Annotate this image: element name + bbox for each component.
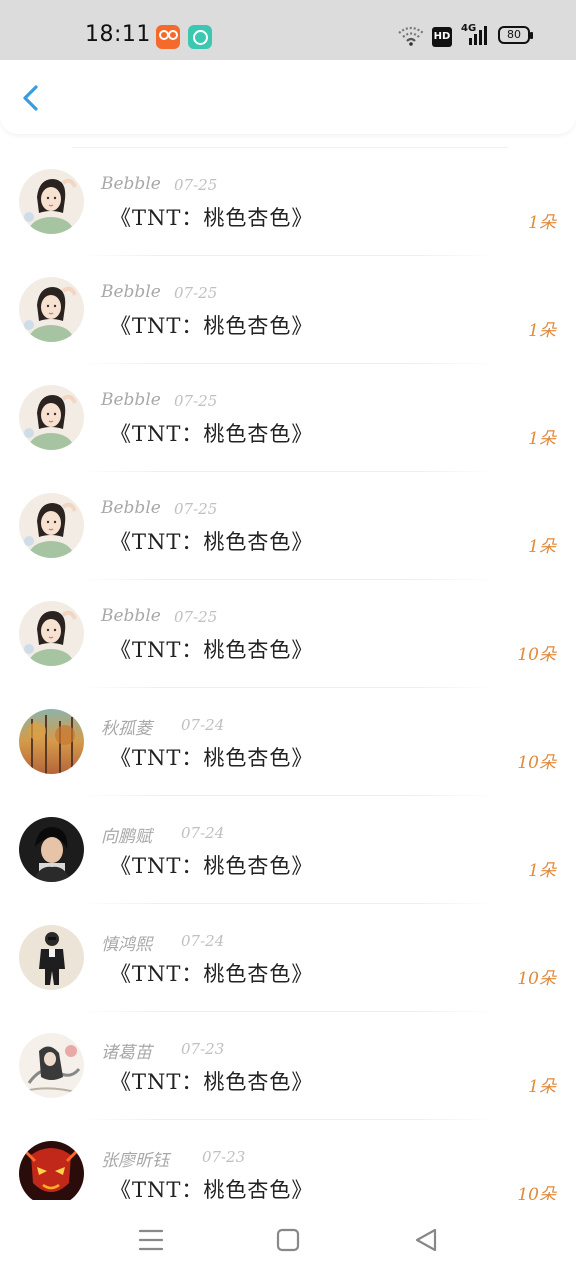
status-bar: 18:11 HD 4G 80: [0, 0, 576, 60]
sender-name: 秋孤菱: [101, 719, 152, 739]
gift-row[interactable]: 向鹏赋 07-24 《TNT：桃色杏色》 1朵: [0, 796, 576, 904]
sender-name: 诸葛苗: [101, 1043, 152, 1063]
home-button[interactable]: [272, 1224, 304, 1256]
kuaishou-app-icon: [156, 25, 180, 49]
gift-amount: 10朵: [517, 969, 556, 989]
back-triangle-icon: [415, 1228, 437, 1252]
sender-name: Bebble: [101, 282, 161, 302]
sender-name: 张廖昕钰: [101, 1151, 169, 1171]
sender-name: 慎鸿熙: [101, 935, 152, 955]
gift-amount: 10朵: [517, 753, 556, 773]
battery-indicator: 80: [498, 26, 533, 44]
sender-name: Bebble: [101, 606, 161, 626]
avatar: [19, 1141, 84, 1206]
gift-row[interactable]: 慎鸿熙 07-24 《TNT：桃色杏色》 10朵: [0, 904, 576, 1012]
gift-amount: 10朵: [517, 645, 556, 665]
header: [0, 60, 576, 134]
wifi-icon: [398, 26, 424, 50]
avatar: [19, 709, 84, 774]
sender-name: Bebble: [101, 174, 161, 194]
avatar: [19, 925, 84, 990]
sender-name: 向鹏赋: [101, 827, 152, 847]
gift-row[interactable]: Bebble 07-25 《TNT：桃色杏色》 1朵: [0, 364, 576, 472]
chat-app-icon: [188, 25, 212, 49]
gift-amount: 1朵: [528, 537, 556, 557]
gift-date: 07-25: [174, 500, 218, 518]
gift-date: 07-24: [181, 932, 225, 950]
system-nav-bar: [0, 1200, 576, 1280]
back-nav-button[interactable]: [410, 1224, 442, 1256]
gift-title: 《TNT：桃色杏色》: [110, 530, 314, 554]
gift-row[interactable]: Bebble 07-25 《TNT：桃色杏色》 10朵: [0, 580, 576, 688]
gift-date: 07-23: [181, 1040, 225, 1058]
menu-icon: [138, 1229, 164, 1251]
avatar: [19, 817, 84, 882]
menu-button[interactable]: [135, 1224, 167, 1256]
gift-title: 《TNT：桃色杏色》: [110, 206, 314, 230]
sender-name: Bebble: [101, 498, 161, 518]
gift-date: 07-25: [174, 176, 218, 194]
avatar: [19, 493, 84, 558]
gift-amount: 1朵: [528, 429, 556, 449]
gift-title: 《TNT：桃色杏色》: [110, 1070, 314, 1094]
gift-date: 07-25: [174, 392, 218, 410]
gift-date: 07-25: [174, 284, 218, 302]
gift-title: 《TNT：桃色杏色》: [110, 854, 314, 878]
avatar: [19, 169, 84, 234]
gift-date: 07-24: [181, 716, 225, 734]
gift-row[interactable]: 秋孤菱 07-24 《TNT：桃色杏色》 10朵: [0, 688, 576, 796]
avatar: [19, 385, 84, 450]
avatar: [19, 1033, 84, 1098]
gift-date: 07-25: [174, 608, 218, 626]
sender-name: Bebble: [101, 390, 161, 410]
gift-row[interactable]: Bebble 07-25 《TNT：桃色杏色》 1朵: [0, 472, 576, 580]
gift-row[interactable]: Bebble 07-25 《TNT：桃色杏色》 1朵: [0, 256, 576, 364]
status-time: 18:11: [85, 22, 151, 47]
gift-amount: 1朵: [528, 1077, 556, 1097]
back-button[interactable]: [14, 78, 50, 118]
gift-title: 《TNT：桃色杏色》: [110, 422, 314, 446]
gift-row[interactable]: 诸葛苗 07-23 《TNT：桃色杏色》 1朵: [0, 1012, 576, 1120]
hd-badge: HD: [432, 27, 452, 47]
avatar: [19, 601, 84, 666]
gift-title: 《TNT：桃色杏色》: [110, 638, 314, 662]
gift-list: Bebble 07-25 《TNT：桃色杏色》 1朵 Bebble 07-25 …: [0, 148, 576, 1228]
gift-title: 《TNT：桃色杏色》: [110, 314, 314, 338]
chevron-left-icon: [23, 85, 38, 111]
gift-row[interactable]: Bebble 07-25 《TNT：桃色杏色》 1朵: [0, 148, 576, 256]
gift-title: 《TNT：桃色杏色》: [110, 962, 314, 986]
avatar: [19, 277, 84, 342]
gift-amount: 1朵: [528, 213, 556, 233]
gift-amount: 1朵: [528, 861, 556, 881]
gift-title: 《TNT：桃色杏色》: [110, 746, 314, 770]
gift-amount: 1朵: [528, 321, 556, 341]
gift-date: 07-24: [181, 824, 225, 842]
gift-date: 07-23: [202, 1148, 246, 1166]
home-square-icon: [276, 1228, 300, 1252]
